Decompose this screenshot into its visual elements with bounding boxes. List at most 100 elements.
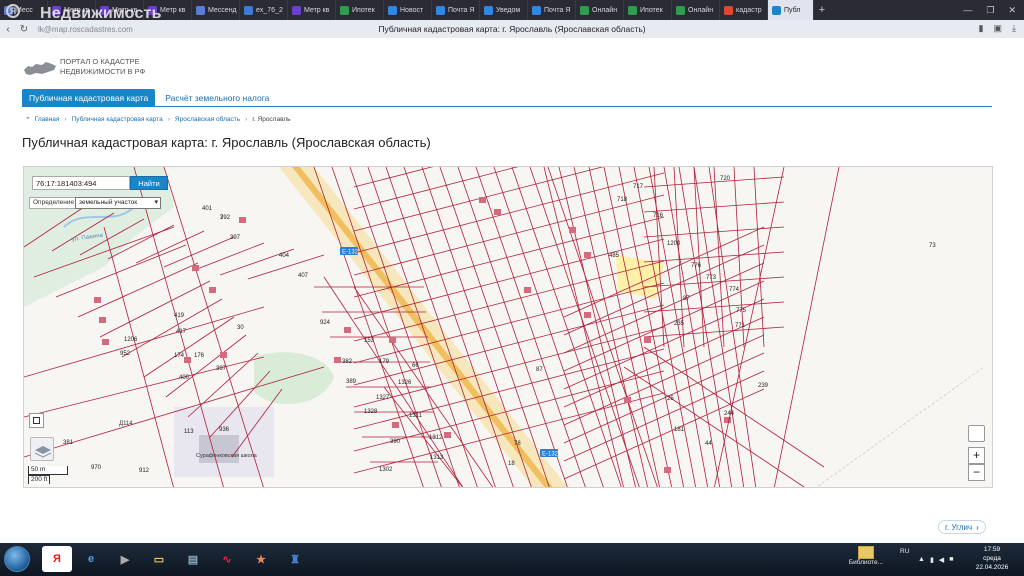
- arrow-up-icon[interactable]: ▲: [918, 556, 925, 564]
- parcel-number: 176: [194, 353, 205, 359]
- fullscreen-button[interactable]: [968, 425, 985, 442]
- parcel-number: 397: [216, 366, 227, 372]
- chevron-right-icon: ›: [976, 522, 979, 532]
- parcel-number: 78: [514, 441, 521, 447]
- new-tab-button[interactable]: +: [814, 4, 830, 16]
- browser-tab[interactable]: Метр кв: [96, 0, 144, 20]
- browser-tab[interactable]: Онлайн: [576, 0, 624, 20]
- network-icon[interactable]: ■: [949, 556, 953, 564]
- parcel-number: 1311: [409, 413, 423, 419]
- library-label: Библиоте...: [848, 559, 884, 566]
- browser-tab[interactable]: Публ: [768, 0, 814, 20]
- layers-button[interactable]: [30, 437, 54, 461]
- app3-task[interactable]: ♜: [280, 546, 310, 572]
- browser-tab[interactable]: Метр кв: [288, 0, 336, 20]
- tab-favicon-icon: [388, 5, 397, 15]
- browser-tab[interactable]: кадастр: [720, 0, 768, 20]
- parcel-number: 1327: [376, 395, 390, 401]
- square-icon: [33, 417, 40, 424]
- parcel-number: 407: [298, 273, 309, 279]
- cadastral-map[interactable]: 392 397 401 404 407 419 417 1206 952 174 176 400 397…: [23, 166, 993, 488]
- zoom-in-button[interactable]: +: [968, 447, 985, 464]
- tab-label: Новост: [400, 6, 424, 14]
- zoom-out-button[interactable]: −: [968, 464, 985, 481]
- window-controls: — ❐ ✕: [963, 0, 1024, 20]
- search-button[interactable]: Найти: [130, 176, 168, 190]
- path-line: [816, 366, 985, 487]
- clock-date: 22.04.2026: [975, 564, 1009, 571]
- bookmark-icon[interactable]: ▮: [979, 23, 984, 34]
- breadcrumb: ⌖ Главная › Публичная кадастровая карта …: [26, 115, 291, 123]
- browser-tab[interactable]: Мессенд: [192, 0, 240, 20]
- next-city-link[interactable]: г. Углич ›: [938, 520, 986, 534]
- download-icon[interactable]: ⤓: [1012, 23, 1016, 34]
- signal-icon[interactable]: ▮: [930, 556, 934, 564]
- browser-tab[interactable]: Месс: [0, 0, 48, 20]
- lang-indicator[interactable]: RU: [900, 548, 909, 555]
- cadastral-search-input[interactable]: [32, 176, 130, 190]
- ie-task[interactable]: e: [76, 546, 106, 572]
- start-button[interactable]: [4, 546, 30, 572]
- breadcrumb-city: г. Ярославль: [252, 115, 291, 123]
- browser-tab[interactable]: Метр кв: [48, 0, 96, 20]
- browser-tab[interactable]: ex_76_2: [240, 0, 288, 20]
- browser-tab[interactable]: Онлайн: [672, 0, 720, 20]
- scale-imperial: 200 ft: [28, 475, 50, 484]
- parcel-number: 1200: [667, 241, 681, 247]
- tab-label: Месс: [16, 6, 33, 14]
- browser-tab[interactable]: Почта Я: [528, 0, 576, 20]
- tab-label: Онлайн: [592, 6, 618, 14]
- define-select[interactable]: земельный участок ▾: [75, 197, 161, 209]
- tab-label: Метр кв: [160, 6, 186, 14]
- clock-day: среда: [983, 555, 1001, 562]
- tab-favicon-icon: [52, 5, 61, 15]
- parcel-number: 244: [724, 411, 735, 417]
- extensions-icon[interactable]: ▣: [994, 23, 1003, 34]
- school-label: Сурафонковская школа: [196, 453, 258, 459]
- browser-tab[interactable]: Ипотек: [336, 0, 384, 20]
- browser-tab[interactable]: Новост: [384, 0, 432, 20]
- browser-tab[interactable]: Ипотек: [624, 0, 672, 20]
- breadcrumb-region[interactable]: Ярославская область: [175, 116, 240, 123]
- parcel-number: 485: [609, 253, 620, 259]
- select-tool-button[interactable]: [29, 413, 44, 428]
- docs-task[interactable]: ▤: [178, 546, 208, 572]
- park-area: [254, 352, 334, 404]
- browser-tab[interactable]: Почта Я: [432, 0, 480, 20]
- map-canvas[interactable]: 3923974014044074194171206952 174 176400397…: [24, 167, 993, 488]
- app-task[interactable]: ∿: [212, 546, 242, 572]
- close-icon[interactable]: ✕: [1008, 5, 1016, 16]
- parcel-number: 382: [342, 359, 353, 365]
- parcel-number: 1313: [430, 455, 444, 461]
- site-logo-text[interactable]: ПОРТАЛ О КАДАСТРЕ НЕДВИЖИМОСТИ В РФ: [60, 57, 145, 77]
- volume-icon[interactable]: ◀: [939, 556, 944, 564]
- explorer-task[interactable]: ▭: [144, 546, 174, 572]
- app2-task[interactable]: ★: [246, 546, 276, 572]
- tab-favicon-icon: [340, 5, 349, 15]
- browser-tab[interactable]: Метр кв: [144, 0, 192, 20]
- menu-cadastral-map[interactable]: Публичная кадастровая карта: [22, 89, 156, 107]
- minimize-icon[interactable]: —: [963, 5, 972, 15]
- menu-land-tax[interactable]: Расчёт земельного налога: [161, 89, 273, 107]
- yandex-browser-task[interactable]: Я: [42, 546, 72, 572]
- highlighted-parcel[interactable]: [616, 255, 664, 299]
- parcel-number: 1206: [124, 337, 138, 343]
- maximize-icon[interactable]: ❐: [986, 5, 994, 16]
- parcel-edge: [773, 167, 840, 487]
- browser-tab[interactable]: Уведом: [480, 0, 528, 20]
- media-task[interactable]: ▶: [110, 546, 140, 572]
- breadcrumb-home[interactable]: Главная: [35, 116, 60, 123]
- breadcrumb-map[interactable]: Публичная кадастровая карта: [72, 116, 163, 123]
- layers-icon: [34, 446, 52, 458]
- next-city-label: г. Углич: [945, 522, 973, 532]
- parcel-number: 397: [230, 235, 241, 241]
- parcel-number: 44: [705, 441, 712, 447]
- clock-time: 17:59: [983, 546, 1001, 553]
- logo-line-1: ПОРТАЛ О КАДАСТРЕ: [60, 57, 140, 66]
- clock[interactable]: 17:59 среда 22.04.2026: [970, 545, 1014, 572]
- tab-favicon-icon: [244, 5, 253, 15]
- parcel-number: 239: [758, 383, 769, 389]
- tab-label: Метр кв: [64, 6, 90, 14]
- library-tray[interactable]: Библиоте...: [846, 546, 886, 566]
- window-title: Публичная кадастровая карта: г. Ярославл…: [378, 24, 646, 34]
